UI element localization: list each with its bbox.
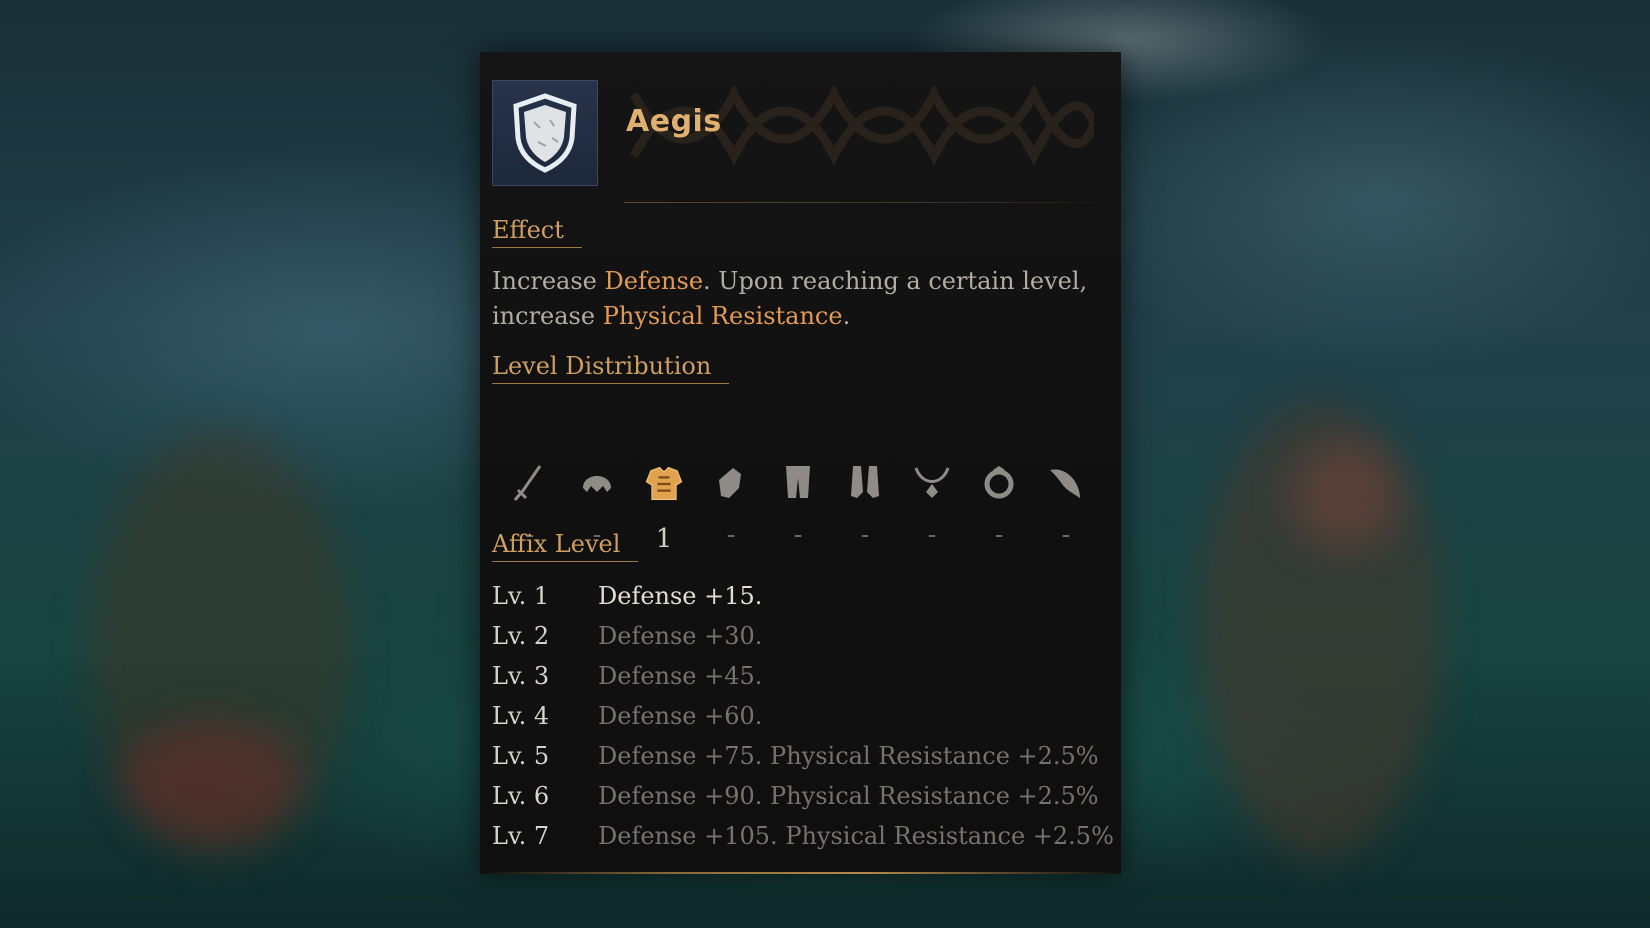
slot-necklace[interactable]: - — [904, 462, 960, 550]
affix-level-row: Lv. 2 Defense +30. — [492, 618, 1112, 654]
slot-horn[interactable]: - — [1038, 462, 1094, 550]
shield-icon — [513, 93, 577, 173]
ring-icon — [984, 466, 1014, 499]
affix-level-number: Lv. 4 — [492, 702, 550, 730]
effect-text-part: Increase — [492, 267, 605, 295]
affix-level-number: Lv. 2 — [492, 622, 550, 650]
slot-chest-value: 1 — [655, 524, 673, 554]
slot-necklace-value: - — [927, 520, 937, 550]
effect-highlight-defense: Defense — [604, 267, 704, 295]
affix-level-effect: Defense +30. — [598, 622, 763, 650]
background-glow-left — [120, 720, 300, 840]
affix-level-row: Lv. 3 Defense +45. — [492, 658, 1112, 694]
slot-boots-value: - — [860, 520, 870, 550]
header-divider — [624, 202, 1121, 203]
affix-level-row: Lv. 5 Defense +75. Physical Resistance +… — [492, 738, 1112, 774]
chest-armor-icon — [645, 466, 683, 500]
slot-boots[interactable]: - — [837, 462, 893, 550]
effect-text-part: . Upon reaching a certain level, — [703, 267, 1088, 295]
weapon-icon — [513, 465, 542, 501]
affix-level-effect: Defense +75. Physical Resistance +2.5% — [598, 742, 1099, 770]
slot-chest[interactable]: 1 — [636, 462, 692, 554]
game-background: Aegis Effect Increase Defense. Upon reac… — [0, 0, 1650, 928]
affix-title: Aegis — [626, 104, 722, 139]
helmet-icon — [583, 476, 611, 492]
affix-level-effect: Defense +15. — [598, 582, 763, 610]
legs-icon — [786, 466, 810, 498]
effect-highlight-physical-resistance: Physical Resistance — [602, 302, 843, 330]
effect-description: Increase Defense. Upon reaching a certai… — [492, 264, 1092, 334]
slot-gloves-value: - — [726, 520, 736, 550]
affix-tooltip-panel: Aegis Effect Increase Defense. Upon reac… — [480, 52, 1121, 874]
effect-section-label: Effect — [492, 216, 582, 248]
slot-horn-value: - — [1061, 520, 1071, 550]
horn-icon — [1050, 469, 1080, 498]
affix-level-effect: Defense +45. — [598, 662, 763, 690]
affix-level-number: Lv. 1 — [492, 582, 550, 610]
affix-level-row: Lv. 6 Defense +90. Physical Resistance +… — [492, 778, 1112, 814]
affix-level-number: Lv. 7 — [492, 822, 550, 850]
slot-ring[interactable]: - — [971, 462, 1027, 550]
background-glow-right — [1290, 440, 1400, 550]
affix-level-number: Lv. 3 — [492, 662, 550, 690]
affix-level-effect: Defense +90. Physical Resistance +2.5% — [598, 782, 1099, 810]
affix-level-row: Lv. 7 Defense +105. Physical Resistance … — [492, 818, 1114, 854]
boots-icon — [851, 466, 879, 498]
slot-ring-value: - — [994, 520, 1004, 550]
slot-gloves[interactable]: - — [703, 462, 759, 550]
affix-level-number: Lv. 6 — [492, 782, 550, 810]
necklace-icon — [914, 467, 950, 498]
affix-level-label: Affix Level — [492, 530, 639, 562]
slot-legs[interactable]: - — [770, 462, 826, 550]
affix-level-row: Lv. 1 Defense +15. — [492, 578, 1112, 614]
effect-text-part: increase — [492, 302, 603, 330]
affix-icon-frame — [492, 80, 598, 186]
affix-level-number: Lv. 5 — [492, 742, 550, 770]
level-distribution-label: Level Distribution — [492, 352, 730, 384]
slot-legs-value: - — [793, 520, 803, 550]
effect-text-part: . — [842, 302, 851, 330]
affix-level-effect: Defense +105. Physical Resistance +2.5% — [598, 822, 1114, 850]
affix-level-effect: Defense +60. — [598, 702, 763, 730]
gloves-icon — [719, 468, 741, 498]
affix-level-row: Lv. 4 Defense +60. — [492, 698, 1112, 734]
